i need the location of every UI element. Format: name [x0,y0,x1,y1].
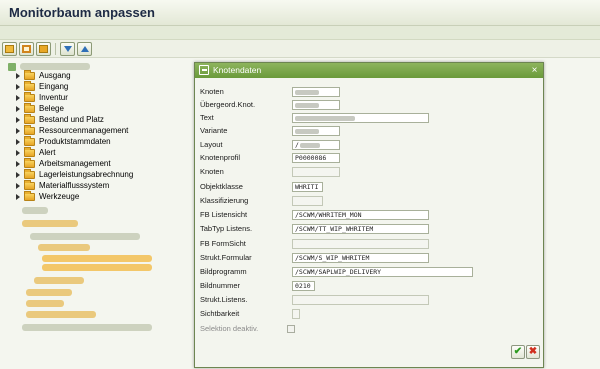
tabtyp-listens-label: TabTyp Listens. [200,224,253,233]
folder-icon [24,70,35,80]
fb-formsicht-field[interactable] [292,239,429,249]
layout-field[interactable]: / [292,140,340,150]
expand-arrow-icon[interactable] [16,117,20,123]
text-field[interactable] [292,113,429,123]
expand-arrow-icon[interactable] [16,95,20,101]
fb-listensicht-label: FB Listensicht [200,210,248,219]
expand-arrow-icon[interactable] [16,128,20,134]
fb-listensicht-field[interactable]: /SCWM/WHRITEM_MON [292,210,429,220]
tree-item-label: Inventur [39,93,68,102]
folder-icon [24,114,35,124]
folder-open-icon[interactable] [2,42,17,56]
expand-arrow-icon[interactable] [16,172,20,178]
folder-icon [24,125,35,135]
expand-arrow-icon[interactable] [16,183,20,189]
dialog-header: Knotendaten × [195,63,543,78]
knoten-label: Knoten [200,87,224,96]
strukt-listens-label: Strukt.Listens. [200,295,248,304]
close-icon[interactable]: × [529,65,540,76]
confirm-button[interactable]: ✔ [511,345,525,359]
expand-arrow-icon[interactable] [16,139,20,145]
bildnummer-field[interactable]: 0210 [292,281,315,291]
tree-item-label: Lagerleistungsabrechnung [39,170,134,179]
uebergeord-knot-field[interactable] [292,100,340,110]
folder-icon [24,136,35,146]
folder-icon [24,92,35,102]
expand-arrow-icon[interactable] [16,73,20,79]
knoten-field[interactable] [292,87,340,97]
knotenprofil-field[interactable]: P0000086 [292,153,340,163]
expand-icon[interactable] [60,42,75,56]
tree-root-label [20,63,90,70]
folder-icon [24,81,35,91]
tree-root-icon [8,63,16,71]
knoten-2-field[interactable] [292,167,340,177]
tree-item-label: Bestand und Platz [39,115,104,124]
knotenprofil-label: Knotenprofil [200,153,241,162]
toolbar-separator [55,43,56,55]
cancel-button[interactable]: ✖ [526,345,540,359]
tree-item-label: Ressourcenmanagement [39,126,129,135]
window-title: Monitorbaum anpassen [9,5,155,20]
strukt-formular-label: Strukt.Formular [200,253,252,262]
bildnummer-label: Bildnummer [200,281,241,290]
tabtyp-listens-field[interactable]: /SCWM/TT_WIP_WHRITEM [292,224,429,234]
folder-icon[interactable] [36,42,51,56]
window-titlebar: Monitorbaum anpassen [0,0,600,26]
expand-arrow-icon[interactable] [16,106,20,112]
tree-item-label: Ausgang [39,71,71,80]
expand-arrow-icon[interactable] [16,150,20,156]
tree-item-label: Eingang [39,82,69,91]
collapse-icon[interactable] [77,42,92,56]
menu-strip [0,26,600,40]
knotendaten-dialog: Knotendaten × Knoten Übergeord.Knot. Tex… [194,62,544,368]
fb-formsicht-label: FB FormSicht [200,239,246,248]
variante-label: Variante [200,126,228,135]
expand-arrow-icon[interactable] [16,194,20,200]
bildprogramm-label: Bildprogramm [200,267,247,276]
objektklasse-label: Objektklasse [200,182,243,191]
sichtbarkeit-label: Sichtbarkeit [200,309,240,318]
dialog-title: Knotendaten [213,65,262,75]
variante-field[interactable] [292,126,340,136]
strukt-listens-field[interactable] [292,295,429,305]
klassifizierung-label: Klassifizierung [200,196,249,205]
toolbar [0,40,600,58]
layout-value: / [295,141,299,149]
knoten-2-label: Knoten [200,167,224,176]
folder-icon [24,169,35,179]
edit-node-icon [199,65,209,75]
selektion-deaktiv-checkbox[interactable] [287,325,295,333]
tree-item-label: Produktstammdaten [39,137,111,146]
folder-icon [24,147,35,157]
folder-icon [24,103,35,113]
folder-icon [24,180,35,190]
folder-icon [24,158,35,168]
tree-item-label: Materialflusssystem [39,181,110,190]
folder-icon [24,191,35,201]
expand-arrow-icon[interactable] [16,161,20,167]
tree-item-label: Belege [39,104,64,113]
tree-item-label: Alert [39,148,56,157]
screen-icon[interactable] [19,42,34,56]
klassifizierung-field[interactable] [292,196,323,206]
expand-arrow-icon[interactable] [16,84,20,90]
tree-item-label: Werkzeuge [39,192,80,201]
tree-item-label: Arbeitsmanagement [39,159,111,168]
text-label: Text [200,113,214,122]
layout-label: Layout [200,140,223,149]
uebergeord-knot-label: Übergeord.Knot. [200,100,256,109]
bildprogramm-field[interactable]: /SCWM/SAPLWIP_DELIVERY [292,267,473,277]
objektklasse-field[interactable]: WHRITI [292,182,323,192]
strukt-formular-field[interactable]: /SCWM/S_WIP_WHRITEM [292,253,429,263]
sichtbarkeit-field[interactable] [292,309,300,319]
selektion-deaktiv-label: Selektion deaktiv. [200,324,259,333]
